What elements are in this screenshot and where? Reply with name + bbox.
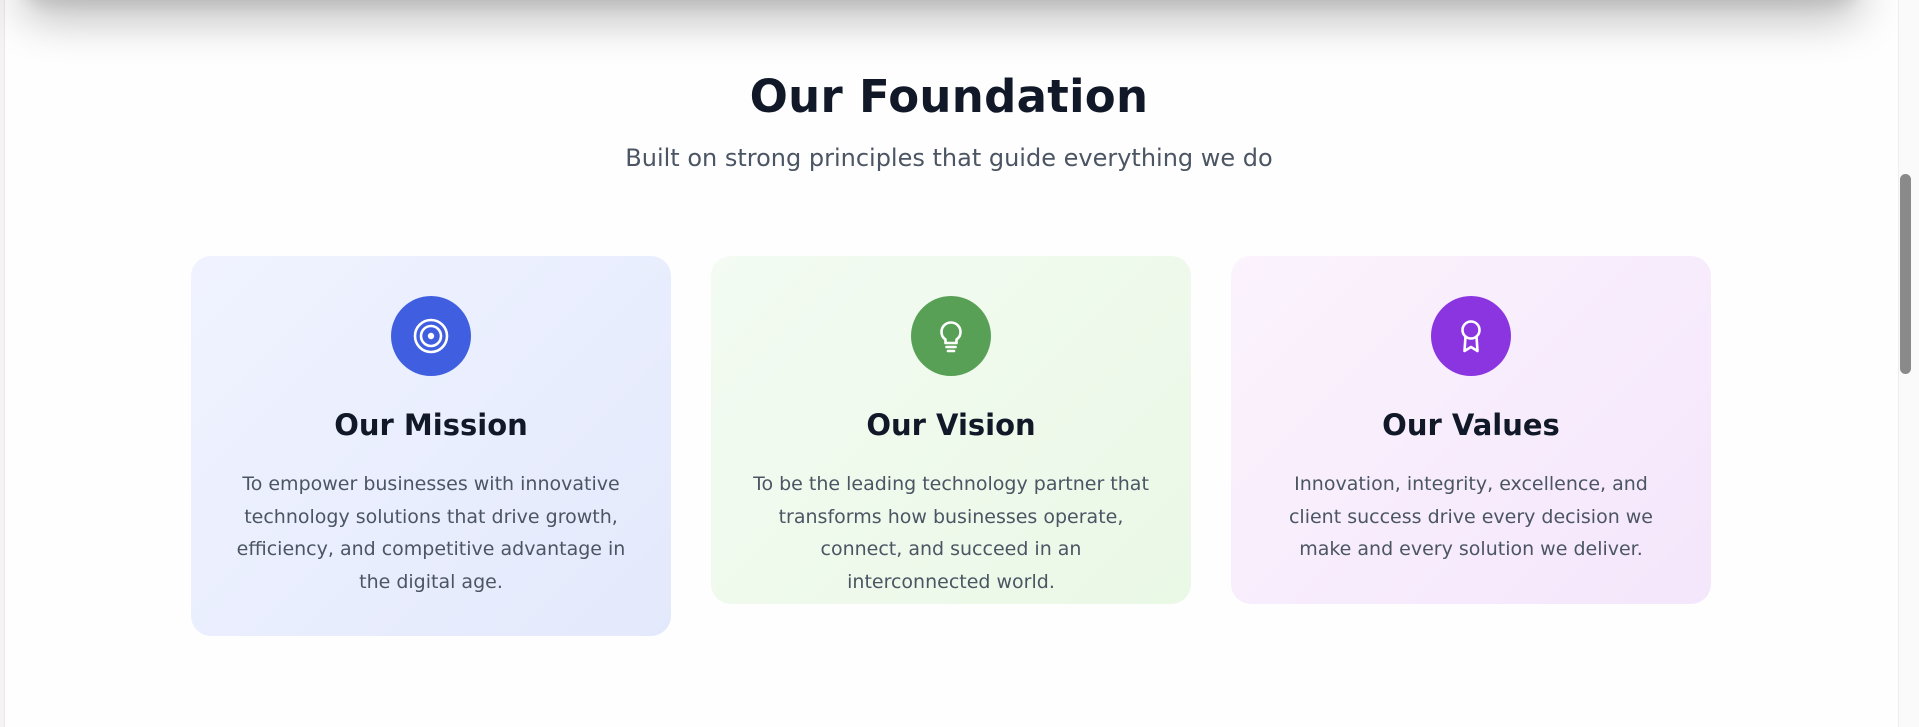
target-icon xyxy=(413,318,449,354)
section-title: Our Foundation xyxy=(749,70,1149,123)
mission-card: Our Mission To empower businesses with i… xyxy=(191,256,671,636)
award-icon xyxy=(1461,320,1481,353)
vision-text: To be the leading technology partner tha… xyxy=(753,473,1149,593)
values-icon-circle xyxy=(1431,296,1511,376)
mission-title: Our Mission xyxy=(334,408,528,442)
section-subtitle: Built on strong principles that guide ev… xyxy=(625,144,1273,172)
values-card: Our Values Innovation, integrity, excell… xyxy=(1231,256,1711,604)
page: Our Foundation Built on strong principle… xyxy=(0,0,1919,727)
mission-icon-circle xyxy=(391,296,471,376)
lightbulb-icon xyxy=(940,321,962,353)
values-text: Innovation, integrity, excellence, and c… xyxy=(1288,473,1653,560)
vision-card: Our Vision To be the leading technology … xyxy=(711,256,1191,604)
vision-title: Our Vision xyxy=(866,408,1036,442)
mission-text: To empower businesses with innovative te… xyxy=(236,473,626,593)
values-title: Our Values xyxy=(1382,408,1560,442)
vision-icon-circle xyxy=(911,296,991,376)
scrollbar-thumb[interactable] xyxy=(1900,174,1911,374)
